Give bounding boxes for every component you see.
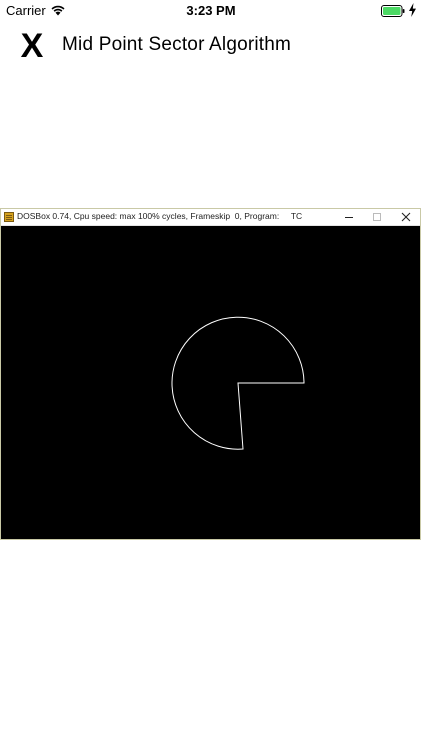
minimize-button[interactable] — [335, 209, 363, 225]
dosbox-title: DOSBox 0.74, Cpu speed: max 100% cycles,… — [17, 211, 303, 221]
maximize-icon — [373, 213, 381, 221]
sector-outline — [171, 316, 305, 450]
window-close-icon — [401, 212, 411, 222]
dosbox-screen — [1, 226, 420, 539]
minimize-icon — [345, 217, 353, 218]
maximize-button[interactable] — [363, 209, 391, 225]
status-bar: Carrier 3:23 PM — [0, 0, 422, 22]
battery-icon — [381, 5, 405, 17]
dosbox-titlebar: DOSBox 0.74, Cpu speed: max 100% cycles,… — [1, 209, 420, 226]
dosbox-app-icon — [4, 212, 14, 222]
sector-drawing — [171, 316, 305, 450]
status-time: 3:23 PM — [186, 3, 236, 18]
page-title: Mid Point Sector Algorithm — [62, 34, 292, 55]
window-close-button[interactable] — [392, 209, 420, 225]
dosbox-window: DOSBox 0.74, Cpu speed: max 100% cycles,… — [0, 208, 421, 540]
charging-bolt-icon — [409, 3, 416, 17]
close-button[interactable]: X — [16, 28, 48, 64]
